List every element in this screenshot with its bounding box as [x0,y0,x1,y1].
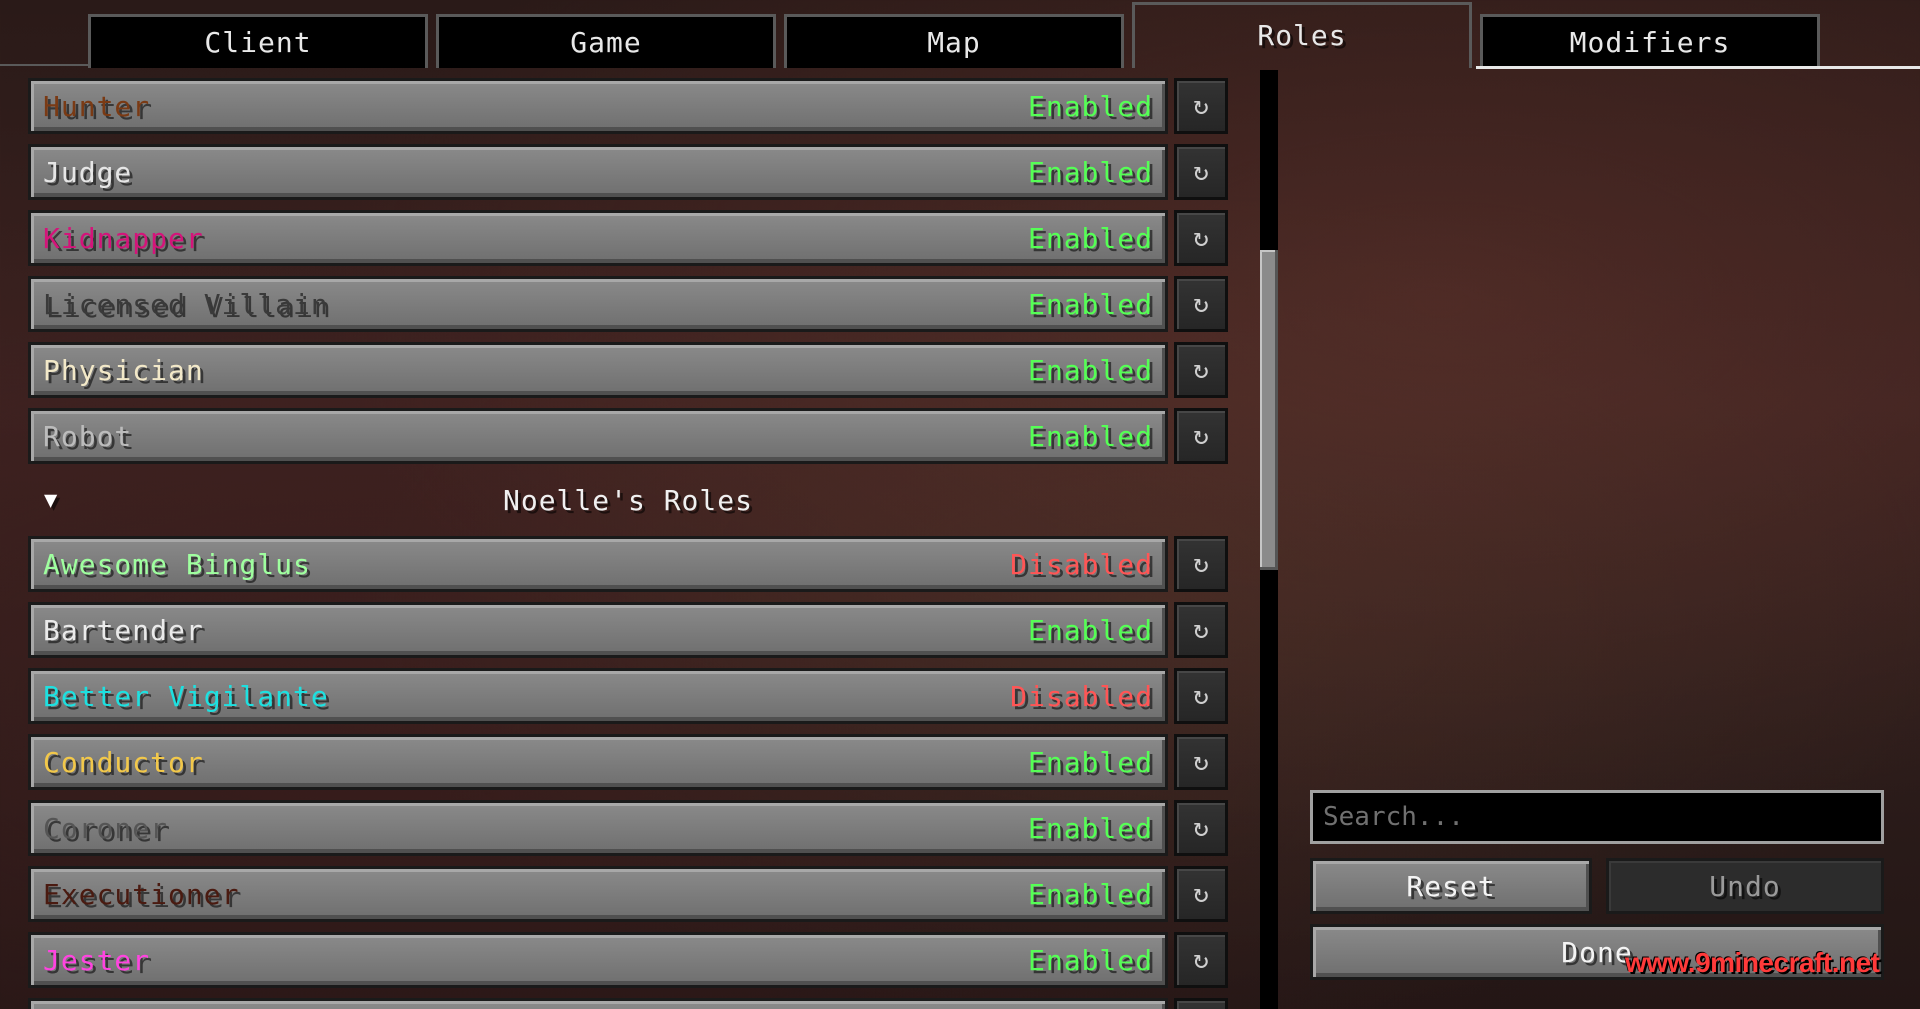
reset-icon[interactable]: ↻ [1174,668,1228,724]
role-toggle-executioner[interactable]: Executioner Enabled [28,866,1168,922]
role-status: Enabled [1027,419,1153,453]
role-toggle-coroner[interactable]: Coroner Enabled [28,800,1168,856]
watermark: www.9minecraft.net [1625,947,1880,978]
undo-button[interactable]: Undo [1606,858,1884,914]
role-toggle-conductor[interactable]: Conductor Enabled [28,734,1168,790]
collapse-arrow-icon[interactable]: ▼ [44,488,58,513]
reset-button[interactable]: Reset [1310,858,1592,914]
role-name: Bartender [43,613,204,647]
reset-icon[interactable]: ↻ [1174,866,1228,922]
list-item: Physician Enabled ↻ [28,342,1228,398]
search-field[interactable] [1310,790,1884,844]
role-name: Kidnapper [43,221,204,255]
role-status: Enabled [1027,943,1153,977]
list-item: Awesome Binglus Disabled ↻ [28,536,1228,592]
tab-modifiers[interactable]: Modifiers [1480,14,1820,68]
list-item: Licensed Villain Enabled ↻ [28,276,1228,332]
reset-icon[interactable] [1174,998,1228,1009]
list-item-partial [28,998,1228,1009]
list-item: Robot Enabled ↻ [28,408,1228,464]
role-status: Enabled [1027,353,1153,387]
role-name: Conductor [43,745,204,779]
role-toggle-better-vigilante[interactable]: Better Vigilante Disabled [28,668,1168,724]
list-item: Better Vigilante Disabled ↻ [28,668,1228,724]
role-name: Jester [43,943,151,977]
role-name: Awesome Binglus [43,547,311,581]
role-toggle-next[interactable] [28,998,1168,1009]
tab-client[interactable]: Client [88,14,428,68]
role-toggle-physician[interactable]: Physician Enabled [28,342,1168,398]
search-input[interactable] [1323,802,1871,832]
reset-icon[interactable]: ↻ [1174,536,1228,592]
tab-divider [0,64,88,66]
role-name: Physician [43,353,204,387]
role-toggle-awesome-binglus[interactable]: Awesome Binglus Disabled [28,536,1168,592]
role-status: Disabled [1010,547,1153,581]
role-name: Coroner [43,811,169,845]
role-name: Executioner [43,877,240,911]
role-status: Enabled [1027,155,1153,189]
tab-map[interactable]: Map [784,14,1124,68]
role-status: Enabled [1027,811,1153,845]
scrollbar-thumb[interactable] [1260,250,1278,570]
role-status: Enabled [1027,877,1153,911]
reset-icon[interactable]: ↻ [1174,78,1228,134]
reset-icon[interactable]: ↻ [1174,602,1228,658]
reset-icon[interactable]: ↻ [1174,210,1228,266]
role-toggle-robot[interactable]: Robot Enabled [28,408,1168,464]
role-name: Robot [43,419,133,453]
list-item: Jester Enabled ↻ [28,932,1228,988]
tab-underline [1476,66,1920,69]
role-status: Disabled [1010,679,1153,713]
list-item: Coroner Enabled ↻ [28,800,1228,856]
reset-icon[interactable]: ↻ [1174,342,1228,398]
list-item: Executioner Enabled ↻ [28,866,1228,922]
reset-icon[interactable]: ↻ [1174,800,1228,856]
reset-icon[interactable]: ↻ [1174,144,1228,200]
role-toggle-hunter[interactable]: Hunter Enabled [28,78,1168,134]
role-status: Enabled [1027,613,1153,647]
list-item: Bartender Enabled ↻ [28,602,1228,658]
list-item: Conductor Enabled ↻ [28,734,1228,790]
role-name: Hunter [43,89,151,123]
role-toggle-kidnapper[interactable]: Kidnapper Enabled [28,210,1168,266]
reset-icon[interactable]: ↻ [1174,932,1228,988]
role-toggle-bartender[interactable]: Bartender Enabled [28,602,1168,658]
role-status: Enabled [1027,745,1153,779]
role-status: Enabled [1027,89,1153,123]
reset-icon[interactable]: ↻ [1174,276,1228,332]
role-status: Enabled [1027,221,1153,255]
category-header[interactable]: ▼ Noelle's Roles [28,472,1228,528]
role-name: Judge [43,155,133,189]
tab-roles[interactable]: Roles [1132,2,1472,68]
list-item: Judge Enabled ↻ [28,144,1228,200]
category-label: Noelle's Roles [502,483,753,517]
list-item: Kidnapper Enabled ↻ [28,210,1228,266]
tab-bar: Client Game Map Roles Modifiers [0,0,1920,70]
role-name: Licensed Villain [43,287,329,321]
role-toggle-licensed-villain[interactable]: Licensed Villain Enabled [28,276,1168,332]
reset-icon[interactable]: ↻ [1174,408,1228,464]
reset-icon[interactable]: ↻ [1174,734,1228,790]
role-status: Enabled [1027,287,1153,321]
role-name: Better Vigilante [43,679,329,713]
role-toggle-jester[interactable]: Jester Enabled [28,932,1168,988]
tab-game[interactable]: Game [436,14,776,68]
role-toggle-judge[interactable]: Judge Enabled [28,144,1168,200]
list-item: Hunter Enabled ↻ [28,78,1228,134]
